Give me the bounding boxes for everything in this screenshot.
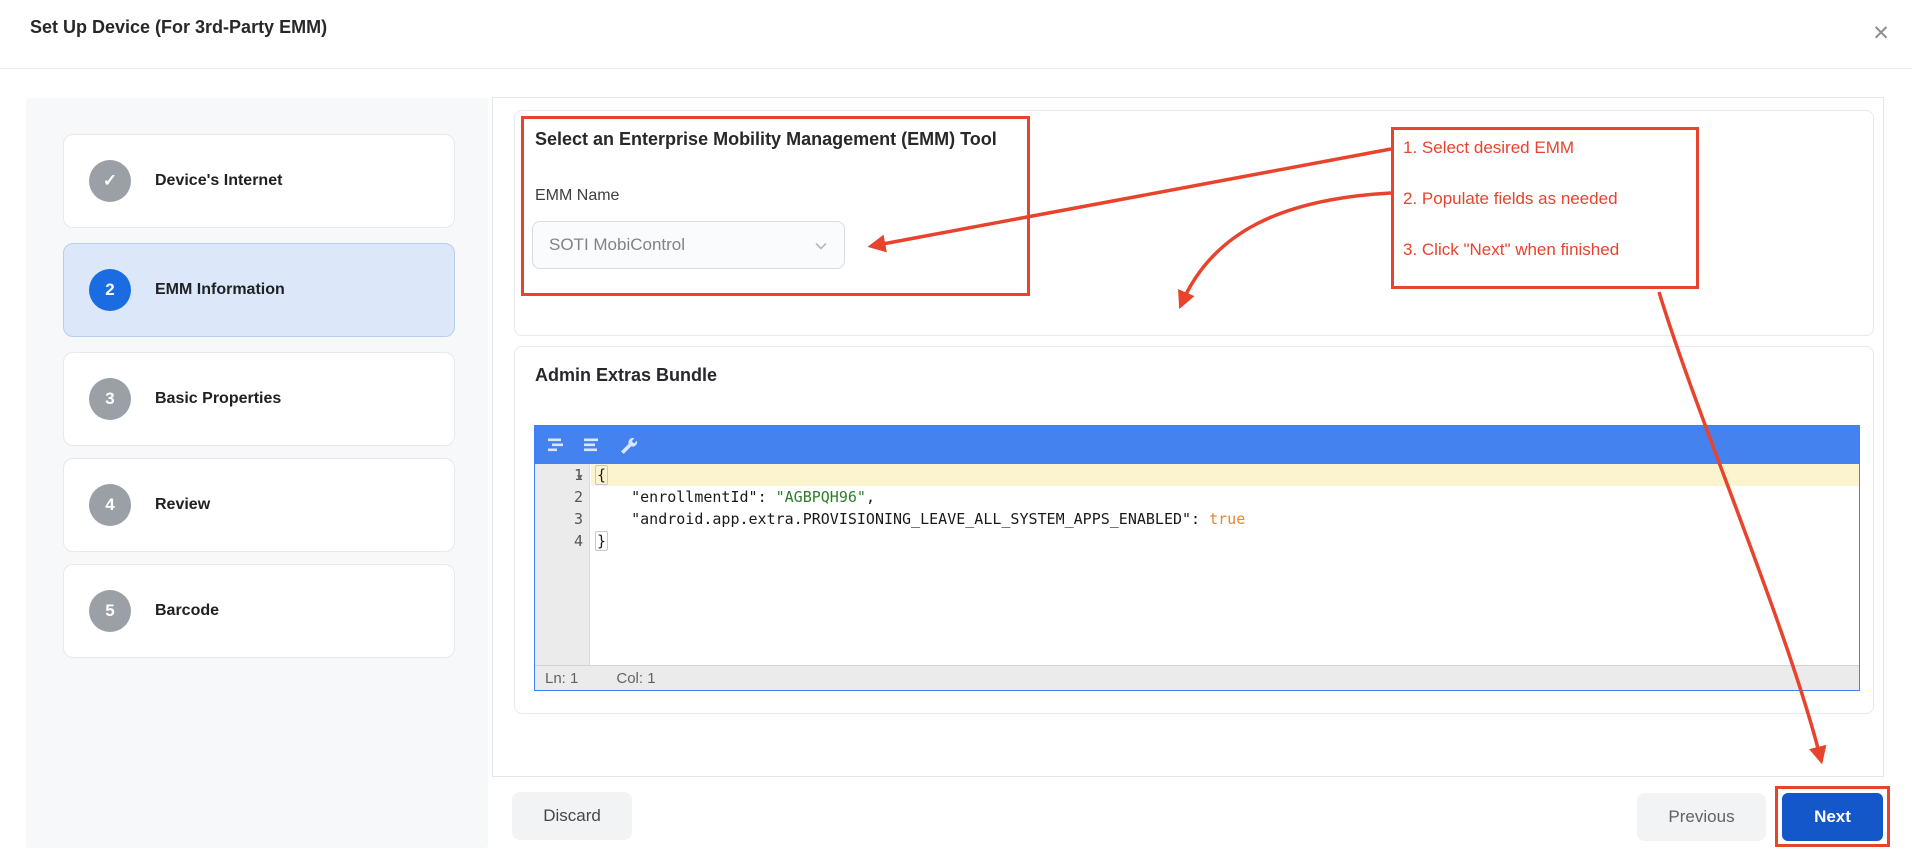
chevron-down-icon: [814, 239, 828, 258]
compact-icon[interactable]: [581, 434, 603, 456]
code-line-1[interactable]: 1 ▼ {: [535, 464, 1859, 486]
admin-extras-heading: Admin Extras Bundle: [535, 365, 717, 386]
repair-wrench-icon[interactable]: [617, 434, 639, 456]
json-editor-toolbar: [535, 426, 1859, 464]
code-indent: [595, 488, 631, 506]
editor-status-bar: Ln: 1 Col: 1: [535, 665, 1859, 690]
code-line-3[interactable]: 3 "android.app.extra.PROVISIONING_LEAVE_…: [535, 508, 1859, 530]
step-barcode[interactable]: 5 Barcode: [63, 564, 455, 658]
code-line-2[interactable]: 2 "enrollmentId": "AGBPQH96",: [535, 486, 1859, 508]
line-number: 4: [535, 530, 583, 552]
code-text: }: [595, 531, 608, 551]
code-text: {: [595, 465, 608, 485]
code-indent: [595, 510, 631, 528]
discard-button[interactable]: Discard: [512, 792, 632, 840]
admin-extras-section: Admin Extras Bundle: [514, 346, 1874, 714]
next-button[interactable]: Next: [1782, 793, 1883, 841]
step-number-badge: 4: [89, 484, 131, 526]
line-number: 3: [535, 508, 583, 530]
emm-tool-section: Select an Enterprise Mobility Management…: [514, 110, 1874, 336]
step-emm-information[interactable]: 2 EMM Information: [63, 243, 455, 337]
close-icon[interactable]: ✕: [1866, 18, 1896, 48]
json-key: "enrollmentId": [631, 488, 757, 506]
dialog-title: Set Up Device (For 3rd-Party EMM): [30, 17, 327, 38]
step-label: Review: [155, 459, 210, 551]
main-content-panel: Select an Enterprise Mobility Management…: [492, 97, 1884, 777]
step-label: EMM Information: [155, 244, 285, 336]
json-boolean-value: true: [1209, 510, 1245, 528]
line-number: 2: [535, 486, 583, 508]
step-basic-properties[interactable]: 3 Basic Properties: [63, 352, 455, 446]
emm-section-heading: Select an Enterprise Mobility Management…: [535, 129, 997, 150]
format-icon[interactable]: [545, 434, 567, 456]
code-separator: :: [1191, 510, 1209, 528]
cursor-col-indicator: Col: 1: [616, 670, 655, 687]
line-number: 1: [535, 464, 583, 486]
emm-name-dropdown[interactable]: SOTI MobiControl: [532, 221, 845, 269]
setup-device-dialog: Set Up Device (For 3rd-Party EMM) ✕ ✓ De…: [0, 0, 1912, 852]
previous-button[interactable]: Previous: [1637, 793, 1766, 841]
step-device-internet[interactable]: ✓ Device's Internet: [63, 134, 455, 228]
step-number-badge: 2: [89, 269, 131, 311]
step-label: Basic Properties: [155, 353, 281, 445]
json-editor-body[interactable]: 1 ▼ { 2 "enrollmentId": "AGBPQH96", 3 "a…: [535, 464, 1859, 665]
cursor-line-indicator: Ln: 1: [545, 670, 578, 687]
code-separator: :: [758, 488, 776, 506]
code-line-4[interactable]: 4 }: [535, 530, 1859, 552]
step-label: Barcode: [155, 565, 219, 657]
wizard-steps-sidebar: ✓ Device's Internet 2 EMM Information 3 …: [26, 98, 488, 848]
json-editor[interactable]: 1 ▼ { 2 "enrollmentId": "AGBPQH96", 3 "a…: [534, 425, 1860, 691]
json-key: "android.app.extra.PROVISIONING_LEAVE_AL…: [631, 510, 1191, 528]
dialog-header: Set Up Device (For 3rd-Party EMM) ✕: [0, 0, 1912, 69]
step-number-badge: 5: [89, 590, 131, 632]
code-comma: ,: [866, 488, 875, 506]
step-done-check-icon: ✓: [89, 160, 131, 202]
emm-name-label: EMM Name: [535, 187, 619, 205]
emm-name-selected-value: SOTI MobiControl: [549, 235, 685, 255]
step-label: Device's Internet: [155, 135, 282, 227]
step-number-badge: 3: [89, 378, 131, 420]
step-review[interactable]: 4 Review: [63, 458, 455, 552]
json-string-value: "AGBPQH96": [776, 488, 866, 506]
